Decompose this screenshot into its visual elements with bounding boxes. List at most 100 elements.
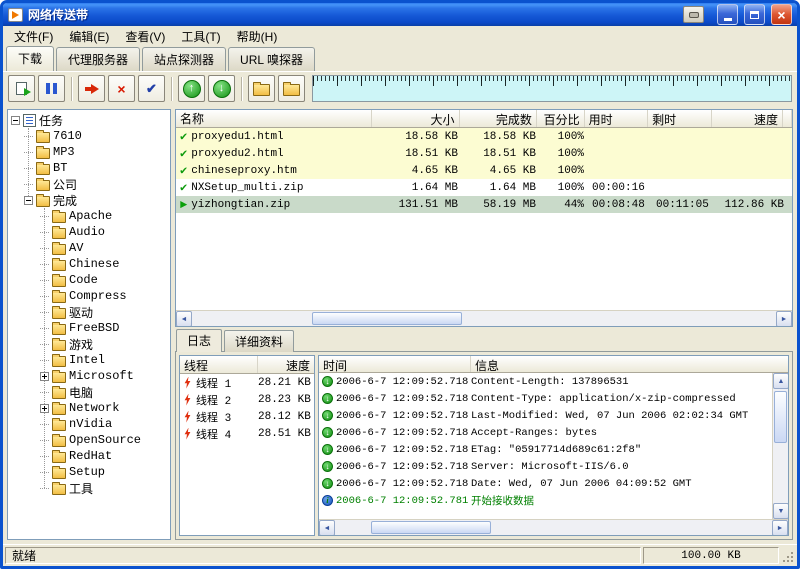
log-row[interactable]: ↓2006-6-7 12:09:52.718 Content-Length: 1… bbox=[319, 373, 772, 390]
column-header-elapsed[interactable]: 用时 bbox=[585, 110, 649, 127]
scroll-up-button[interactable]: ▲ bbox=[773, 373, 789, 389]
scrollbar-track[interactable] bbox=[773, 389, 788, 503]
column-header-thread[interactable]: 线程 bbox=[180, 356, 258, 373]
column-header-percent[interactable]: 百分比 bbox=[537, 110, 585, 127]
scroll-left-button[interactable]: ◄ bbox=[176, 311, 192, 327]
scrollbar-track[interactable] bbox=[335, 520, 772, 535]
column-header-speed[interactable]: 速度 bbox=[712, 110, 783, 127]
maximize-button[interactable] bbox=[744, 4, 765, 25]
task-row[interactable]: ✔proxyedu1.html 18.58 KB 18.58 KB 100% bbox=[176, 128, 792, 145]
title-bar[interactable]: 网络传送带 × bbox=[3, 3, 797, 26]
scrollbar-track[interactable] bbox=[192, 311, 776, 326]
collapse-icon[interactable] bbox=[24, 196, 33, 205]
scroll-left-button[interactable]: ◄ bbox=[319, 520, 335, 536]
tree-item-redhat[interactable]: RedHat bbox=[8, 448, 170, 464]
tab-site-explorer[interactable]: 站点探测器 bbox=[142, 47, 226, 71]
thread-row[interactable]: 线程 3 28.12 KB bbox=[180, 408, 314, 425]
tree-item-nvidia[interactable]: nVidia bbox=[8, 416, 170, 432]
tab-proxy-server[interactable]: 代理服务器 bbox=[56, 47, 140, 71]
task-row-active[interactable]: ►yizhongtian.zip 131.51 MB 58.19 MB 44% … bbox=[176, 196, 792, 213]
log-row[interactable]: ↓2006-6-7 12:09:52.718 ETag: "05917714d6… bbox=[319, 441, 772, 458]
tree-item-mp3[interactable]: MP3 bbox=[8, 144, 170, 160]
column-header-info[interactable]: 信息 bbox=[471, 356, 788, 372]
scroll-right-button[interactable]: ► bbox=[772, 520, 788, 536]
tree-item-opensource[interactable]: OpenSource bbox=[8, 432, 170, 448]
tree-item-intel[interactable]: Intel bbox=[8, 352, 170, 368]
task-name: yizhongtian.zip bbox=[191, 199, 290, 211]
log-row[interactable]: ↓2006-6-7 12:09:52.718 Accept-Ranges: by… bbox=[319, 424, 772, 441]
log-row[interactable]: ↓2006-6-7 12:09:52.718 Last-Modified: We… bbox=[319, 407, 772, 424]
tab-log[interactable]: 日志 bbox=[176, 329, 222, 352]
column-header-size[interactable]: 大小 bbox=[372, 110, 459, 127]
thread-row[interactable]: 线程 1 28.21 KB bbox=[180, 374, 314, 391]
column-header-remaining[interactable]: 剩时 bbox=[648, 110, 712, 127]
tree-item-apache[interactable]: Apache bbox=[8, 208, 170, 224]
scrollbar-thumb[interactable] bbox=[774, 391, 787, 443]
task-row[interactable]: ✔NXSetup_multi.zip 1.64 MB 1.64 MB 100% … bbox=[176, 179, 792, 196]
tree-item-code[interactable]: Code bbox=[8, 272, 170, 288]
log-row[interactable]: i2006-6-7 12:09:52.781 开始接收数据 bbox=[319, 492, 772, 509]
task-row[interactable]: ✔proxyedu2.html 18.51 KB 18.51 KB 100% bbox=[176, 145, 792, 162]
open-folder-button[interactable] bbox=[248, 75, 275, 102]
menu-help[interactable]: 帮助(H) bbox=[229, 26, 286, 47]
tab-download[interactable]: 下载 bbox=[6, 46, 54, 71]
tree-item-compress[interactable]: Compress bbox=[8, 288, 170, 304]
column-header-completed[interactable]: 完成数 bbox=[460, 110, 537, 127]
log-row[interactable]: ↓2006-6-7 12:09:52.718 Server: Microsoft… bbox=[319, 458, 772, 475]
tree-item-chinese[interactable]: Chinese bbox=[8, 256, 170, 272]
resume-button[interactable] bbox=[78, 75, 105, 102]
task-row[interactable]: ✔chineseproxy.htm 4.65 KB 4.65 KB 100% bbox=[176, 162, 792, 179]
thread-row[interactable]: 线程 4 28.51 KB bbox=[180, 425, 314, 442]
tree-item-bt[interactable]: BT bbox=[8, 160, 170, 176]
tree-item-microsoft[interactable]: Microsoft bbox=[8, 368, 170, 384]
move-up-button[interactable]: ↑ bbox=[178, 75, 205, 102]
menu-file[interactable]: 文件(F) bbox=[6, 26, 61, 47]
tree-item-driver[interactable]: 驱动 bbox=[8, 304, 170, 320]
scrollbar-thumb[interactable] bbox=[371, 521, 491, 534]
expand-icon[interactable] bbox=[40, 404, 49, 413]
tab-url-sniffer[interactable]: URL 嗅探器 bbox=[228, 47, 315, 71]
tree-item-computer[interactable]: 电脑 bbox=[8, 384, 170, 400]
tree-item-tools[interactable]: 工具 bbox=[8, 480, 170, 496]
move-down-button[interactable]: ↓ bbox=[208, 75, 235, 102]
column-header-thread-speed[interactable]: 速度 bbox=[258, 356, 314, 373]
collapse-icon[interactable] bbox=[11, 116, 20, 125]
tree-item-audio[interactable]: Audio bbox=[8, 224, 170, 240]
tree-item-av[interactable]: AV bbox=[8, 240, 170, 256]
minimize-button[interactable] bbox=[717, 4, 738, 25]
horizontal-scrollbar[interactable]: ◄ ► bbox=[176, 310, 792, 326]
scrollbar-thumb[interactable] bbox=[312, 312, 462, 325]
horizontal-scrollbar[interactable]: ◄ ► bbox=[319, 519, 788, 535]
browse-folder-button[interactable] bbox=[278, 75, 305, 102]
new-task-button[interactable] bbox=[8, 75, 35, 102]
pause-button[interactable] bbox=[38, 75, 65, 102]
delete-button[interactable]: × bbox=[108, 75, 135, 102]
close-button[interactable]: × bbox=[771, 4, 792, 25]
log-row[interactable]: ↓2006-6-7 12:09:52.718 Date: Wed, 07 Jun… bbox=[319, 475, 772, 492]
resize-grip[interactable] bbox=[781, 547, 795, 564]
menu-edit[interactable]: 编辑(E) bbox=[61, 26, 117, 47]
menu-view[interactable]: 查看(V) bbox=[117, 26, 173, 47]
tree-item-freebsd[interactable]: FreeBSD bbox=[8, 320, 170, 336]
expand-icon[interactable] bbox=[40, 372, 49, 381]
thread-row[interactable]: 线程 2 28.23 KB bbox=[180, 391, 314, 408]
column-header-name[interactable]: 名称 bbox=[176, 110, 372, 127]
scroll-down-button[interactable]: ▼ bbox=[773, 503, 789, 519]
tree-item-setup[interactable]: Setup bbox=[8, 464, 170, 480]
tab-details[interactable]: 详细资料 bbox=[224, 330, 294, 352]
scroll-right-button[interactable]: ► bbox=[776, 311, 792, 327]
column-header-time[interactable]: 时间 bbox=[319, 356, 471, 372]
menu-tools[interactable]: 工具(T) bbox=[173, 26, 228, 47]
tree-item-games[interactable]: 游戏 bbox=[8, 336, 170, 352]
drop-basket-icon[interactable] bbox=[683, 6, 704, 23]
log-row[interactable]: ↓2006-6-7 12:09:52.718 Content-Type: app… bbox=[319, 390, 772, 407]
confirm-button[interactable]: ✔ bbox=[138, 75, 165, 102]
folder-icon bbox=[52, 356, 66, 367]
tree-item-company[interactable]: 公司 bbox=[8, 176, 170, 192]
tree-item-7610[interactable]: 7610 bbox=[8, 128, 170, 144]
thread-list-header: 线程 速度 bbox=[180, 356, 314, 374]
tree-item-tasks[interactable]: 任务 bbox=[8, 112, 170, 128]
tree-item-network[interactable]: Network bbox=[8, 400, 170, 416]
vertical-scrollbar[interactable]: ▲ ▼ bbox=[772, 373, 788, 519]
tree-item-completed[interactable]: 完成 bbox=[8, 192, 170, 208]
